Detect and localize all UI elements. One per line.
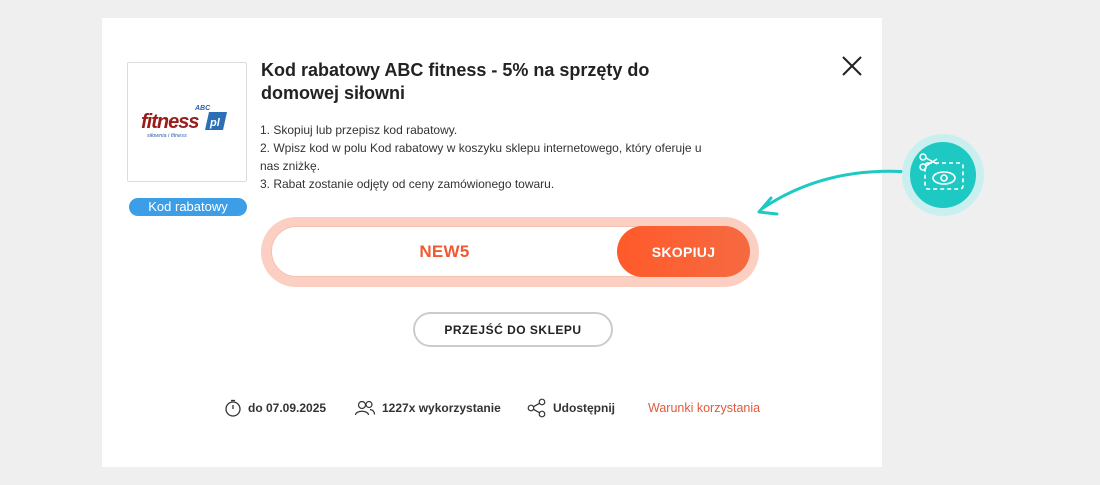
close-icon[interactable]	[840, 54, 864, 78]
coupon-code[interactable]: NEW5	[272, 227, 617, 276]
expiry-info: do 07.09.2025	[224, 398, 326, 418]
copy-code-button[interactable]: SKOPIUJ	[617, 226, 750, 277]
instruction-step-2: 2. Wpisz kod w polu Kod rabatowy w koszy…	[260, 141, 702, 173]
arrow-icon	[757, 169, 912, 216]
users-icon	[354, 400, 376, 416]
share-label: Udostępnij	[553, 401, 615, 415]
expiry-date: do 07.09.2025	[248, 401, 327, 415]
logo-tagline: siłownia i fitness	[147, 133, 187, 139]
abc-fitness-logo: ABC fitness pl siłownia i fitness	[141, 105, 227, 139]
coupon-type-badge: Kod rabatowy	[129, 198, 247, 216]
store-logo: ABC fitness pl siłownia i fitness	[127, 62, 247, 182]
scissors-eye-icon	[902, 134, 984, 216]
terms-link[interactable]: Warunki korzystania	[648, 398, 760, 418]
coupon-modal: ABC fitness pl siłownia i fitness Kod ra…	[102, 18, 882, 467]
coupon-instructions: 1. Skopiuj lub przepisz kod rabatowy. 2.…	[260, 121, 720, 193]
logo-fitness: fitness	[141, 111, 199, 133]
usage-info: 1227x wykorzystanie	[354, 398, 501, 418]
instruction-step-3: 3. Rabat zostanie odjęty od ceny zamówio…	[260, 177, 555, 191]
coupon-footer: do 07.09.2025 1227x wykorzystanie Udostę…	[102, 398, 882, 418]
timer-icon	[225, 399, 241, 417]
code-box: NEW5 SKOPIUJ	[261, 217, 759, 287]
usage-count: 1227x wykorzystanie	[382, 401, 501, 415]
code-field[interactable]: NEW5 SKOPIUJ	[271, 226, 750, 277]
share-icon	[527, 398, 546, 418]
coupon-title: Kod rabatowy ABC fitness - 5% na sprzęty…	[261, 60, 650, 103]
instruction-step-1: 1. Skopiuj lub przepisz kod rabatowy.	[260, 123, 458, 137]
go-to-shop-button[interactable]: PRZEJŚĆ DO SKLEPU	[413, 312, 613, 347]
logo-pl: pl	[209, 117, 221, 129]
share-button[interactable]: Udostępnij	[527, 398, 615, 418]
